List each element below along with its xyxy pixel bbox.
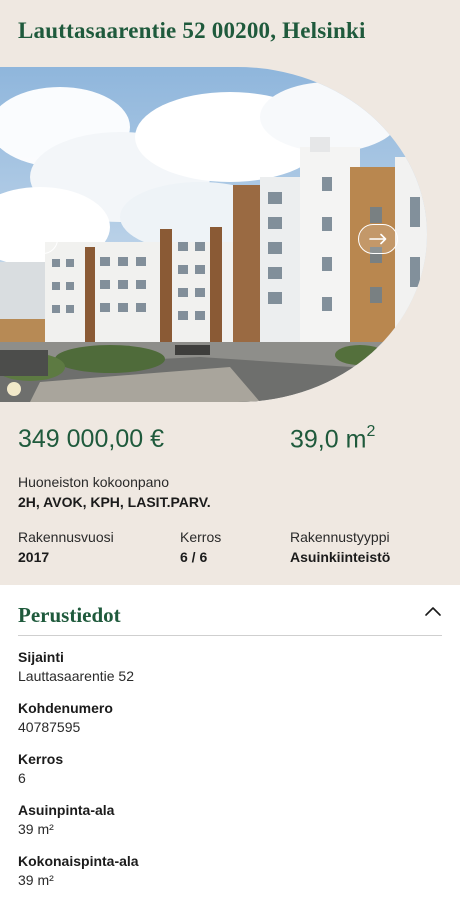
basic-info-section: Perustiedot Sijainti Lauttasaarentie 52 … <box>0 585 460 900</box>
field-value: 39 m² <box>18 821 54 837</box>
living-area: 39,0 m2 <box>290 423 376 454</box>
gallery-prev-button[interactable] <box>18 224 58 254</box>
field-label: Kerros <box>18 751 64 767</box>
floor-value: 6 / 6 <box>180 549 208 565</box>
section-divider <box>18 635 442 636</box>
build-year-value: 2017 <box>18 549 50 565</box>
field-label: Kohdenumero <box>18 700 113 716</box>
field-label: Kokonaispinta-ala <box>18 853 139 869</box>
chevron-up-icon <box>425 607 441 616</box>
area-unit-superscript: 2 <box>366 423 376 440</box>
photo-gallery[interactable] <box>0 67 460 402</box>
gallery-next-button[interactable] <box>358 224 398 254</box>
building-type-label: Rakennustyyppi <box>290 529 390 545</box>
building-type-value: Asuinkiinteistö <box>290 549 391 565</box>
area-value: 39,0 m <box>290 425 367 454</box>
price: 349 000,00 € <box>18 425 164 453</box>
field-value: 40787595 <box>18 719 81 735</box>
address-title: Lauttasaarentie 52 00200, Helsinki <box>18 18 366 43</box>
property-header-section: Lauttasaarentie 52 00200, Helsinki 349 0… <box>0 0 460 585</box>
arrow-right-icon <box>369 233 387 245</box>
layout-label: Huoneiston kokoonpano <box>18 474 170 490</box>
field-value: 6 <box>18 770 26 786</box>
field-value: Lauttasaarentie 52 <box>18 668 134 684</box>
floor-label: Kerros <box>180 529 222 545</box>
field-label: Asuinpinta-ala <box>18 802 115 818</box>
field-label: Sijainti <box>18 649 64 665</box>
arrow-left-icon <box>29 233 47 245</box>
field-value: 39 m² <box>18 872 54 888</box>
build-year-label: Rakennusvuosi <box>18 529 114 545</box>
layout-value: 2H, AVOK, KPH, LASIT.PARV. <box>18 494 211 510</box>
basic-info-toggle[interactable] <box>424 603 446 625</box>
basic-info-title[interactable]: Perustiedot <box>18 603 121 628</box>
